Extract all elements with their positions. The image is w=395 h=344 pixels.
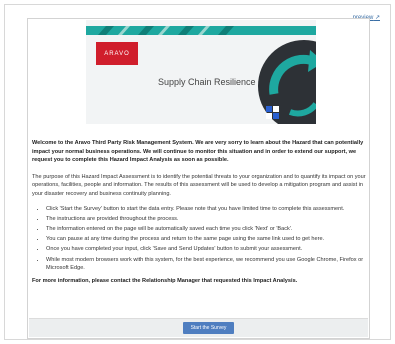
external-link-icon: ↗	[374, 15, 380, 21]
contact-text: For more information, please contact the…	[32, 277, 298, 284]
instruction-item: Click 'Start the Survey' button to start…	[46, 205, 367, 214]
instructions-list: Click 'Start the Survey' button to start…	[32, 205, 367, 273]
aravo-logo: ARAVO	[96, 42, 138, 65]
instruction-item: You can pause at any time during the pro…	[46, 235, 367, 244]
instruction-item: The instructions are provided throughout…	[46, 215, 367, 224]
footer-bar: Start the Survey	[29, 318, 368, 337]
banner-tagline: Supply Chain Resilience	[158, 77, 256, 87]
purpose-text: The purpose of this Hazard Impact Assess…	[32, 173, 366, 197]
banner-image: ARAVO Supply Chain Resilience	[86, 20, 316, 124]
instruction-item: The information entered on the page will…	[46, 225, 367, 234]
resilience-graphic-icon	[258, 40, 316, 124]
start-survey-button[interactable]: Start the Survey	[183, 322, 234, 334]
instruction-item: Once you have completed your input, clic…	[46, 245, 367, 254]
instruction-item: While most modern browsers work with thi…	[46, 256, 367, 273]
welcome-text: Welcome to the Aravo Third Party Risk Ma…	[32, 140, 364, 164]
logo-text: ARAVO	[104, 50, 130, 57]
intro-content: Welcome to the Aravo Third Party Risk Ma…	[32, 139, 367, 285]
welcome-card: ARAVO Supply Chain Resilience Welcome to…	[27, 18, 370, 339]
